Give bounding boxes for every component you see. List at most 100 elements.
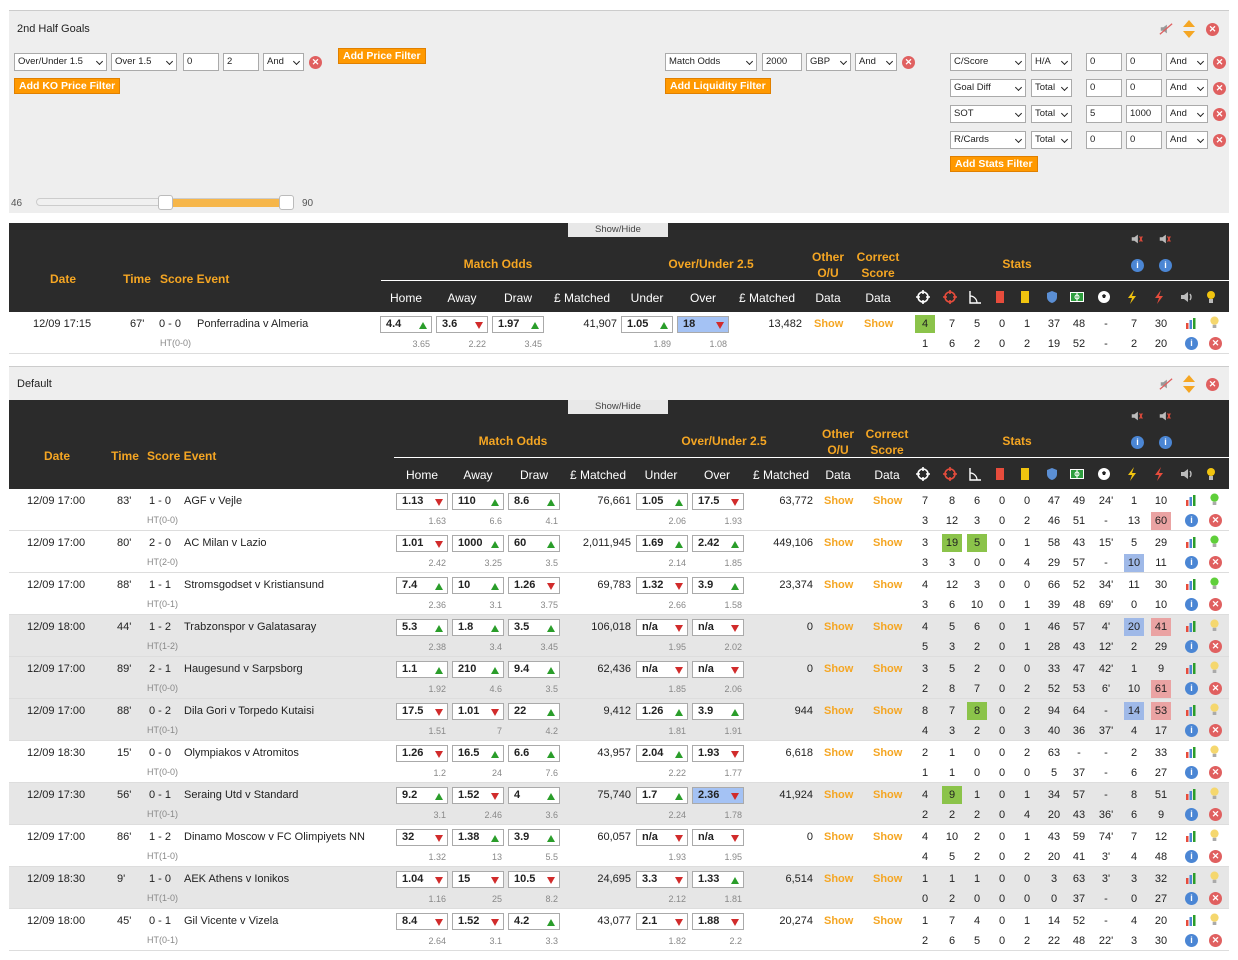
bulb-icon[interactable] bbox=[1209, 493, 1220, 506]
correct-score-show-link[interactable]: Show bbox=[873, 915, 902, 927]
home-odds[interactable]: 8.4 bbox=[396, 913, 448, 930]
bulb-icon[interactable] bbox=[1209, 871, 1220, 884]
stats-filter-stat-select[interactable]: C/Score bbox=[950, 53, 1026, 71]
remove-match-icon[interactable]: ✕ bbox=[1209, 640, 1222, 653]
correct-score-show-link[interactable]: Show bbox=[864, 318, 893, 330]
under-odds[interactable]: n/a bbox=[636, 829, 688, 846]
remove-match-icon[interactable]: ✕ bbox=[1209, 724, 1222, 737]
draw-odds[interactable]: 4 bbox=[508, 787, 560, 804]
alert-mute-icon[interactable] bbox=[1158, 232, 1172, 246]
match-event[interactable]: Haugesund v Sarpsborg bbox=[184, 663, 303, 675]
info-icon[interactable]: i bbox=[1185, 724, 1198, 737]
alert-mute-icon[interactable] bbox=[1130, 232, 1144, 246]
correct-score-show-link[interactable]: Show bbox=[873, 789, 902, 801]
close-panel-icon[interactable]: ✕ bbox=[1206, 23, 1219, 36]
bar-chart-icon[interactable] bbox=[1185, 620, 1197, 632]
price-min-input[interactable]: 0 bbox=[183, 53, 219, 71]
correct-score-show-link[interactable]: Show bbox=[873, 579, 902, 591]
add-liquidity-filter-button[interactable]: Add Liquidity Filter bbox=[665, 78, 771, 94]
info-icon[interactable]: i bbox=[1185, 598, 1198, 611]
other-ou-show-link[interactable]: Show bbox=[824, 579, 853, 591]
home-odds[interactable]: 1.01 bbox=[396, 535, 448, 552]
under-odds[interactable]: 1.05 bbox=[636, 493, 688, 510]
under-odds[interactable]: 1.32 bbox=[636, 577, 688, 594]
stats-filter-scope-select[interactable]: H/A bbox=[1031, 53, 1072, 71]
price-selection-select[interactable]: Over 1.5 bbox=[111, 53, 177, 71]
bulb-icon[interactable] bbox=[1209, 745, 1220, 758]
over-odds[interactable]: 1.88 bbox=[692, 913, 744, 930]
remove-match-icon[interactable]: ✕ bbox=[1209, 337, 1222, 350]
liquidity-logic-select[interactable]: And bbox=[855, 53, 897, 71]
price-logic-select[interactable]: And bbox=[263, 53, 304, 71]
bulb-icon[interactable] bbox=[1209, 577, 1220, 590]
draw-odds[interactable]: 10.5 bbox=[508, 871, 560, 888]
over-odds[interactable]: n/a bbox=[692, 661, 744, 678]
add-price-filter-button[interactable]: Add Price Filter bbox=[338, 48, 426, 64]
other-ou-show-link[interactable]: Show bbox=[824, 495, 853, 507]
remove-stats-filter-icon[interactable]: ✕ bbox=[1213, 108, 1226, 121]
over-odds[interactable]: 3.9 bbox=[692, 577, 744, 594]
home-odds[interactable]: 1.26 bbox=[396, 745, 448, 762]
under-odds[interactable]: 1.7 bbox=[636, 787, 688, 804]
stats-filter-logic-select[interactable]: And bbox=[1166, 131, 1208, 149]
stats-filter-scope-select[interactable]: Total bbox=[1031, 79, 1072, 97]
under-odds[interactable]: 2.04 bbox=[636, 745, 688, 762]
info-icon[interactable]: i bbox=[1185, 892, 1198, 905]
correct-score-show-link[interactable]: Show bbox=[873, 873, 902, 885]
match-event[interactable]: AC Milan v Lazio bbox=[184, 537, 267, 549]
other-ou-show-link[interactable]: Show bbox=[824, 747, 853, 759]
info-icon[interactable]: i bbox=[1159, 436, 1172, 449]
bar-chart-icon[interactable] bbox=[1185, 317, 1197, 329]
info-icon[interactable]: i bbox=[1185, 682, 1198, 695]
close-panel-icon[interactable]: ✕ bbox=[1206, 378, 1219, 391]
remove-match-icon[interactable]: ✕ bbox=[1209, 934, 1222, 947]
away-odds[interactable]: 3.6 bbox=[436, 316, 488, 333]
bulb-icon[interactable] bbox=[1209, 787, 1220, 800]
remove-match-icon[interactable]: ✕ bbox=[1209, 808, 1222, 821]
home-odds[interactable]: 4.4 bbox=[380, 316, 432, 333]
under-odds[interactable]: n/a bbox=[636, 661, 688, 678]
home-odds[interactable]: 32 bbox=[396, 829, 448, 846]
info-icon[interactable]: i bbox=[1185, 640, 1198, 653]
stats-filter-min-input[interactable]: 0 bbox=[1086, 131, 1122, 149]
home-odds[interactable]: 7.4 bbox=[396, 577, 448, 594]
away-odds[interactable]: 15 bbox=[452, 871, 504, 888]
under-odds[interactable]: 1.05 bbox=[621, 316, 673, 333]
match-event[interactable]: Olympiakos v Atromitos bbox=[184, 747, 299, 759]
bulb-icon[interactable] bbox=[1209, 829, 1220, 842]
info-icon[interactable]: i bbox=[1159, 259, 1172, 272]
stats-filter-scope-select[interactable]: Total bbox=[1031, 131, 1072, 149]
add-stats-filter-button[interactable]: Add Stats Filter bbox=[950, 156, 1038, 172]
draw-odds[interactable]: 6.6 bbox=[508, 745, 560, 762]
bar-chart-icon[interactable] bbox=[1185, 788, 1197, 800]
stats-filter-scope-select[interactable]: Total bbox=[1031, 105, 1072, 123]
bar-chart-icon[interactable] bbox=[1185, 578, 1197, 590]
remove-stats-filter-icon[interactable]: ✕ bbox=[1213, 82, 1226, 95]
liquidity-market-select[interactable]: Match Odds bbox=[665, 53, 757, 71]
remove-liquidity-filter-icon[interactable]: ✕ bbox=[902, 56, 915, 69]
remove-match-icon[interactable]: ✕ bbox=[1209, 598, 1222, 611]
info-icon[interactable]: i bbox=[1185, 556, 1198, 569]
minute-slider-high-handle[interactable] bbox=[279, 195, 295, 210]
stats-filter-max-input[interactable]: 0 bbox=[1126, 79, 1162, 97]
stats-filter-logic-select[interactable]: And bbox=[1166, 79, 1208, 97]
away-odds[interactable]: 110 bbox=[452, 493, 504, 510]
other-ou-show-link[interactable]: Show bbox=[824, 873, 853, 885]
over-odds[interactable]: 3.9 bbox=[692, 703, 744, 720]
correct-score-show-link[interactable]: Show bbox=[873, 621, 902, 633]
match-event[interactable]: Dila Gori v Torpedo Kutaisi bbox=[184, 705, 314, 717]
away-odds[interactable]: 1000 bbox=[452, 535, 504, 552]
away-odds[interactable]: 210 bbox=[452, 661, 504, 678]
correct-score-show-link[interactable]: Show bbox=[873, 537, 902, 549]
over-odds[interactable]: 1.33 bbox=[692, 871, 744, 888]
home-odds[interactable]: 1.13 bbox=[396, 493, 448, 510]
stats-filter-stat-select[interactable]: R/Cards bbox=[950, 131, 1026, 149]
liquidity-currency-select[interactable]: GBP bbox=[806, 53, 851, 71]
sort-arrows-icon[interactable] bbox=[1182, 19, 1196, 39]
minute-slider-low-handle[interactable] bbox=[158, 195, 173, 210]
away-odds[interactable]: 1.52 bbox=[452, 787, 504, 804]
stats-filter-min-input[interactable]: 0 bbox=[1086, 79, 1122, 97]
remove-stats-filter-icon[interactable]: ✕ bbox=[1213, 134, 1226, 147]
alert-mute-icon[interactable] bbox=[1158, 409, 1172, 423]
other-ou-show-link[interactable]: Show bbox=[824, 831, 853, 843]
